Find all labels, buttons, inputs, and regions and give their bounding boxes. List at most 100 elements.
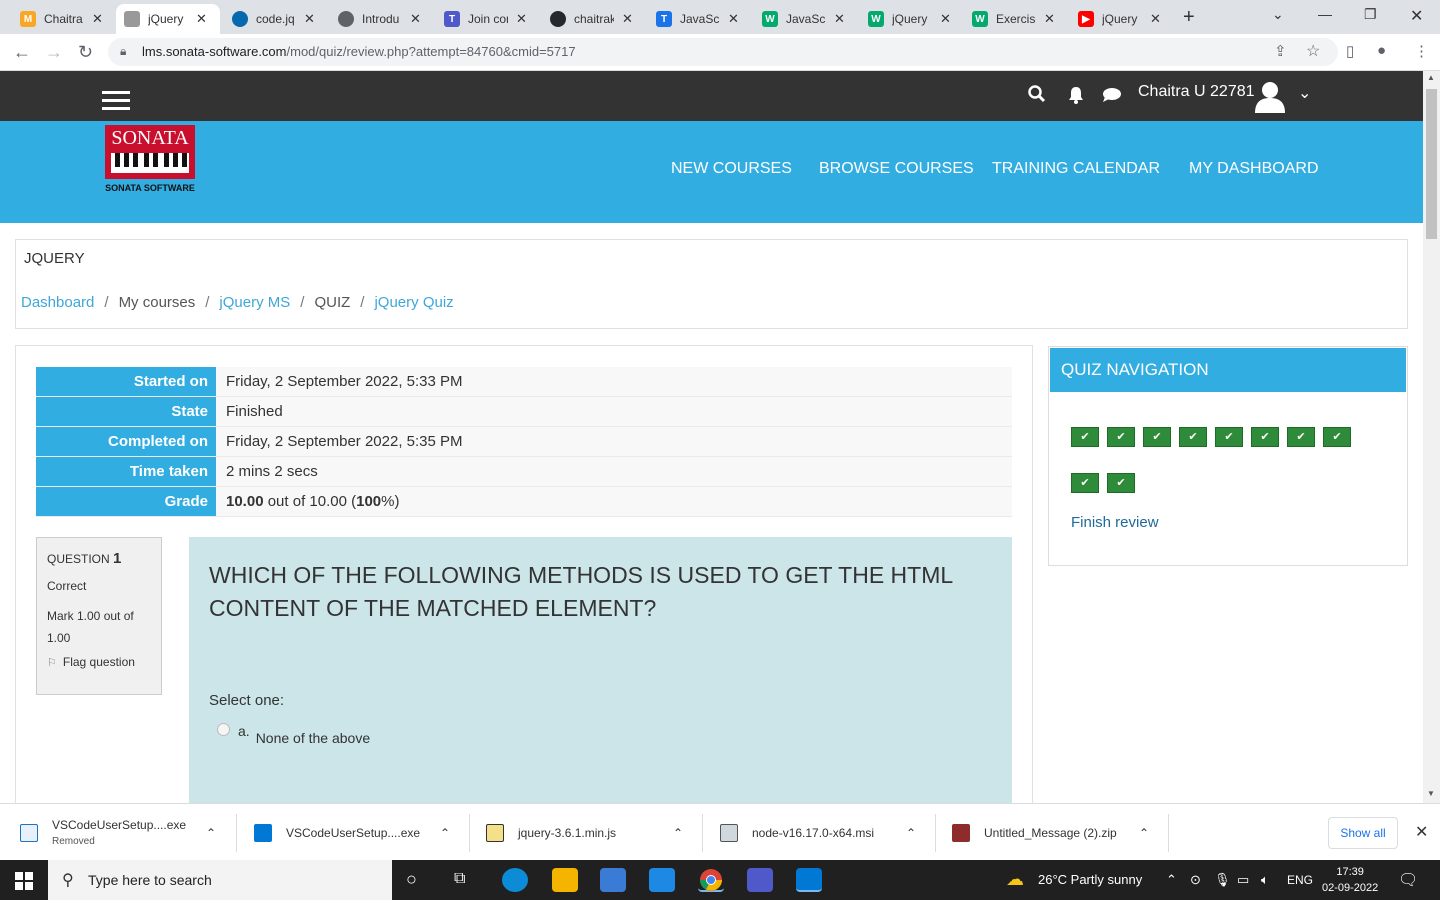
chrome-icon[interactable] — [698, 868, 724, 892]
show-all-downloads-button[interactable]: Show all — [1328, 817, 1398, 849]
show-hidden-icons-icon[interactable]: ⌃ — [1166, 872, 1177, 888]
answer-radio[interactable] — [217, 723, 230, 736]
browser-tab[interactable]: W jQuery ✕ — [860, 4, 959, 34]
scroll-up-icon[interactable]: ▲ — [1427, 73, 1435, 82]
close-downloads-icon[interactable]: ✕ — [1415, 822, 1428, 842]
quiz-nav-question-button[interactable]: ✔ — [1071, 427, 1099, 447]
breadcrumb-course[interactable]: jQuery MS — [219, 294, 290, 311]
chat-bubble-icon[interactable] — [1102, 87, 1121, 103]
user-avatar-icon[interactable] — [1253, 79, 1287, 113]
browser-tab[interactable]: M Chaitra ✕ — [12, 4, 111, 34]
quiz-nav-question-button[interactable]: ✔ — [1323, 427, 1351, 447]
side-panel-icon[interactable]: ▯ — [1346, 42, 1354, 60]
url-input[interactable]: 🔒︎ lms.sonata-software.com/mod/quiz/revi… — [108, 38, 1338, 66]
nav-new-courses[interactable]: NEW COURSES — [671, 160, 792, 178]
tab-close-icon[interactable]: ✕ — [1150, 11, 1161, 27]
edge-icon[interactable] — [502, 868, 528, 892]
bell-icon[interactable] — [1068, 86, 1084, 104]
user-name[interactable]: Chaitra U 22781 — [1138, 83, 1255, 101]
volume-icon[interactable]: 🔈︎ — [1261, 872, 1269, 888]
download-item[interactable]: Untitled_Message (2).zip — [952, 804, 1117, 861]
close-window-icon[interactable]: ✕ — [1410, 6, 1423, 26]
browser-tab-active[interactable]: jQuery ✕ — [116, 4, 220, 34]
notifications-icon[interactable]: 🗨︎ — [1398, 870, 1418, 890]
page-scrollbar[interactable]: ▲ ▼ — [1423, 71, 1440, 803]
microphone-icon[interactable]: 🎙︎ — [1214, 872, 1231, 888]
tab-close-icon[interactable]: ✕ — [1044, 11, 1055, 27]
taskbar-clock[interactable]: 17:39 02-09-2022 — [1322, 864, 1378, 896]
language-indicator[interactable]: ENG — [1287, 873, 1313, 887]
weather-text[interactable]: 26°C Partly sunny — [1038, 872, 1142, 887]
download-item[interactable]: VSCodeUserSetup....exe — [254, 804, 420, 861]
profile-icon[interactable]: ● — [1377, 42, 1386, 59]
tab-close-icon[interactable]: ✕ — [304, 11, 315, 27]
download-item[interactable]: jquery-3.6.1.min.js — [486, 804, 616, 861]
download-chevron-up-icon[interactable]: ⌃ — [673, 804, 683, 861]
restore-icon[interactable]: ❐ — [1364, 6, 1377, 23]
user-menu-chevron-down-icon[interactable]: ⌄ — [1298, 83, 1311, 103]
ms-store-icon[interactable] — [600, 868, 626, 892]
file-explorer-icon[interactable] — [552, 868, 578, 892]
quiz-nav-question-button[interactable]: ✔ — [1143, 427, 1171, 447]
windows-start-icon[interactable] — [15, 872, 33, 890]
bookmark-star-icon[interactable]: ☆ — [1306, 41, 1320, 61]
minimize-icon[interactable]: — — [1318, 6, 1332, 22]
taskbar-search-input[interactable]: ⚲ Type here to search — [48, 860, 392, 900]
download-chevron-up-icon[interactable]: ⌃ — [906, 804, 916, 861]
tab-close-icon[interactable]: ✕ — [940, 11, 951, 27]
download-chevron-up-icon[interactable]: ⌃ — [1139, 804, 1149, 861]
download-item[interactable]: VSCodeUserSetup....exe Removed — [20, 804, 186, 861]
quiz-nav-question-button[interactable]: ✔ — [1107, 427, 1135, 447]
download-item[interactable]: node-v16.17.0-x64.msi — [720, 804, 874, 861]
reload-icon[interactable]: ↻ — [78, 42, 93, 63]
browser-tab[interactable]: T Join cor ✕ — [436, 4, 535, 34]
cortana-circle-icon[interactable]: ○ — [406, 869, 417, 890]
network-icon[interactable]: ▭ — [1237, 872, 1249, 888]
menu-kebab-icon[interactable]: ⋮ — [1414, 42, 1429, 60]
browser-tab[interactable]: code.jq ✕ — [224, 4, 323, 34]
quiz-nav-question-button[interactable]: ✔ — [1215, 427, 1243, 447]
quiz-nav-question-button[interactable]: ✔ — [1287, 427, 1315, 447]
quiz-nav-question-button[interactable]: ✔ — [1251, 427, 1279, 447]
answer-option[interactable]: a. None of the above — [217, 723, 370, 746]
flag-question-link[interactable]: ⚐ Flag question — [47, 655, 151, 669]
browser-tab[interactable]: W Exercise ✕ — [964, 4, 1063, 34]
browser-tab[interactable]: W JavaScri ✕ — [754, 4, 853, 34]
mail-icon[interactable] — [649, 868, 675, 892]
tab-close-icon[interactable]: ✕ — [410, 11, 421, 27]
breadcrumb-quiz[interactable]: jQuery Quiz — [374, 294, 453, 311]
sonata-logo[interactable]: SONATA SONATA SOFTWARE — [102, 125, 198, 195]
back-icon[interactable]: ← — [13, 42, 31, 63]
tab-close-icon[interactable]: ✕ — [196, 11, 207, 27]
tab-close-icon[interactable]: ✕ — [516, 11, 527, 27]
teams-icon[interactable] — [747, 868, 773, 892]
task-view-icon[interactable]: ⧉ — [454, 870, 465, 888]
meet-now-icon[interactable]: ⊙ — [1190, 872, 1201, 888]
vscode-icon[interactable] — [796, 868, 822, 892]
finish-review-link[interactable]: Finish review — [1071, 514, 1159, 531]
browser-tab[interactable]: Introdu ✕ — [330, 4, 429, 34]
hamburger-menu-icon[interactable] — [102, 91, 130, 111]
nav-browse-courses[interactable]: BROWSE COURSES — [819, 160, 974, 178]
forward-icon[interactable]: → — [45, 42, 63, 63]
new-tab-icon[interactable]: + — [1183, 6, 1195, 29]
download-chevron-up-icon[interactable]: ⌃ — [440, 804, 450, 861]
breadcrumb-dashboard[interactable]: Dashboard — [21, 294, 94, 311]
tab-close-icon[interactable]: ✕ — [834, 11, 845, 27]
search-icon[interactable] — [1028, 85, 1046, 103]
quiz-nav-question-button[interactable]: ✔ — [1107, 473, 1135, 493]
nav-my-dashboard[interactable]: MY DASHBOARD — [1189, 160, 1319, 178]
scroll-down-icon[interactable]: ▼ — [1427, 789, 1435, 798]
tab-search-icon[interactable]: ⌄ — [1272, 6, 1284, 23]
share-icon[interactable]: ⇪ — [1274, 42, 1287, 60]
tab-close-icon[interactable]: ✕ — [92, 11, 103, 27]
quiz-nav-question-button[interactable]: ✔ — [1179, 427, 1207, 447]
tab-close-icon[interactable]: ✕ — [728, 11, 739, 27]
scrollbar-thumb[interactable] — [1426, 89, 1437, 239]
nav-training-calendar[interactable]: TRAINING CALENDAR — [992, 160, 1160, 178]
browser-tab[interactable]: ▶ jQuery ✕ — [1070, 4, 1169, 34]
quiz-nav-question-button[interactable]: ✔ — [1071, 473, 1099, 493]
browser-tab[interactable]: T JavaScri ✕ — [648, 4, 747, 34]
tab-close-icon[interactable]: ✕ — [622, 11, 633, 27]
download-chevron-up-icon[interactable]: ⌃ — [206, 804, 216, 861]
